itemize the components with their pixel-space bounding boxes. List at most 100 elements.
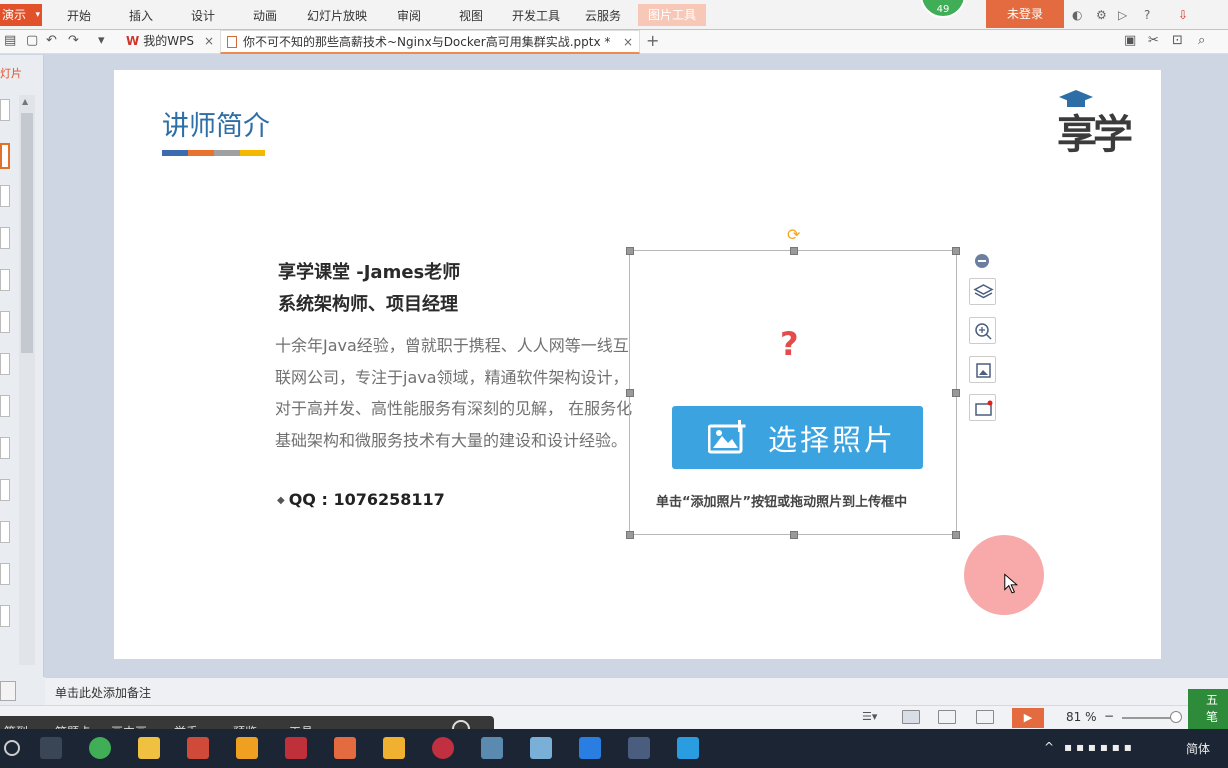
settings-icon[interactable]: ⚙	[1096, 8, 1107, 22]
menu-picture-tools[interactable]: 图片工具	[638, 4, 707, 26]
picture-placeholder[interactable]: ⟳ ? 选择照片 单击“添加照片”按钮或拖动照片到上传框中	[626, 225, 960, 539]
slide-thumbnail[interactable]	[0, 311, 10, 333]
slide-sorter-icon[interactable]	[938, 710, 956, 724]
xmind-icon[interactable]	[285, 737, 307, 759]
menu-animation[interactable]: 动画	[253, 7, 277, 24]
media-app-icon[interactable]	[236, 737, 258, 759]
resize-handle[interactable]	[626, 247, 634, 255]
play-slideshow-button[interactable]: ▶	[1012, 708, 1044, 728]
scroll-up-icon[interactable]: ▲	[22, 97, 28, 106]
teacher-name[interactable]: 享学课堂 -James老师	[278, 258, 460, 284]
tray-chevron-icon[interactable]: ^	[1044, 740, 1054, 754]
teacher-role[interactable]: 系统架构师、项目经理	[278, 290, 458, 316]
menu-view[interactable]: 视图	[459, 7, 483, 24]
browser-360-icon[interactable]	[89, 737, 111, 759]
tools-icon[interactable]: ✂	[1148, 33, 1159, 48]
wps-writer-icon[interactable]	[579, 737, 601, 759]
thumbnail-scrollbar[interactable]: ▲ ▼	[19, 95, 35, 708]
slide-thumbnail[interactable]	[0, 521, 10, 543]
notification-badge[interactable]: 49	[920, 0, 966, 18]
zoom-in-button[interactable]	[969, 317, 996, 344]
language-indicator[interactable]: 简体	[1186, 740, 1210, 757]
scrollbar-thumb[interactable]	[21, 113, 33, 353]
slide-thumbnail[interactable]	[0, 605, 10, 627]
help-icon[interactable]: ?	[1144, 8, 1150, 22]
tab-document[interactable]: 你不可不知的那些高薪技术~Nginx与Docker高可用集群实战.pptx * …	[220, 30, 640, 54]
slide-thumbnail[interactable]	[0, 563, 10, 585]
notes-placeholder[interactable]: 单击此处添加备注	[55, 684, 151, 701]
reading-view-icon[interactable]	[976, 710, 994, 724]
notes-pane[interactable]: 单击此处添加备注	[45, 677, 1228, 705]
download-icon[interactable]: ⇩	[1178, 8, 1188, 22]
lock-icon[interactable]: ⊡	[1172, 33, 1183, 48]
redo-icon[interactable]: ↷	[68, 33, 79, 48]
panel-toggle[interactable]	[0, 681, 16, 701]
resize-handle[interactable]	[952, 247, 960, 255]
menu-home[interactable]: 开始	[67, 7, 91, 24]
normal-view-icon[interactable]	[902, 710, 920, 724]
virtualbox-icon[interactable]	[628, 737, 650, 759]
teacher-bio[interactable]: 十余年Java经验，曾就职于携程、人人网等一线互联网公司，专注于java领域，精…	[275, 330, 635, 456]
share-icon[interactable]: ▷	[1118, 8, 1127, 22]
slide-thumbnail[interactable]	[0, 99, 10, 121]
app-icon[interactable]	[432, 737, 454, 759]
tray-icons[interactable]: ▪ ▪ ▪ ▪ ▪ ▪	[1064, 740, 1132, 754]
print-icon[interactable]: ▤	[4, 33, 16, 48]
slide-thumbnail[interactable]	[0, 437, 10, 459]
crop-button[interactable]	[969, 356, 996, 383]
screen-icon[interactable]: ▣	[1124, 33, 1136, 48]
zoom-out-button[interactable]: −	[1104, 709, 1114, 723]
zoom-level[interactable]: 81 %	[1066, 710, 1097, 724]
file-explorer-icon[interactable]	[138, 737, 160, 759]
resize-handle[interactable]	[952, 389, 960, 397]
close-icon[interactable]: ×	[204, 30, 214, 52]
menu-insert[interactable]: 插入	[129, 7, 153, 24]
slide-thumbnail[interactable]	[0, 269, 10, 291]
search-icon[interactable]: ⌕	[1198, 33, 1205, 48]
slide-thumbnail[interactable]	[0, 479, 10, 501]
app-icon[interactable]	[383, 737, 405, 759]
preview-icon[interactable]: ▢	[26, 33, 38, 48]
menu-slideshow[interactable]: 幻灯片放映	[307, 7, 367, 24]
slide-thumbnail[interactable]	[0, 353, 10, 375]
frame-button[interactable]	[969, 394, 996, 421]
resize-handle[interactable]	[626, 389, 634, 397]
tab-my-wps[interactable]: W 我的WPS ×	[120, 30, 220, 54]
slide-thumbnail-active[interactable]	[0, 143, 10, 169]
slide-title[interactable]: 讲师简介	[162, 104, 270, 143]
slide-thumbnail[interactable]	[0, 227, 10, 249]
menu-review[interactable]: 审阅	[397, 7, 421, 24]
resize-handle[interactable]	[952, 531, 960, 539]
app-icon[interactable]	[481, 737, 503, 759]
app-icon[interactable]	[187, 737, 209, 759]
slide-thumbnail[interactable]	[0, 395, 10, 417]
input-method-badge[interactable]: 五笔	[1188, 689, 1228, 729]
menu-developer[interactable]: 开发工具	[512, 7, 560, 24]
rotate-handle-icon[interactable]: ⟳	[787, 225, 800, 244]
add-tab-button[interactable]: +	[646, 31, 659, 50]
choose-photo-button[interactable]: 选择照片	[672, 406, 923, 469]
undo-icon[interactable]: ↶	[46, 33, 57, 48]
skin-icon[interactable]: ◐	[1072, 8, 1082, 22]
zoom-slider-knob[interactable]	[1170, 711, 1182, 723]
login-button[interactable]: 未登录	[986, 0, 1064, 28]
notes-menu-icon[interactable]: ☰▾	[862, 710, 880, 724]
resize-handle[interactable]	[790, 531, 798, 539]
resize-handle[interactable]	[626, 531, 634, 539]
menu-cloud[interactable]: 云服务	[585, 7, 621, 24]
task-view-icon[interactable]	[40, 737, 62, 759]
wps-presentation-icon[interactable]	[334, 737, 356, 759]
search-icon[interactable]	[4, 740, 20, 756]
chevron-down-icon[interactable]: ▾	[98, 33, 105, 48]
slides-panel-label[interactable]: 灯片	[0, 65, 22, 81]
menu-design[interactable]: 设计	[191, 7, 215, 24]
qq-contact[interactable]: ◆ QQ : 1076258117	[277, 490, 445, 509]
app-menu-button[interactable]: 演示 ▾	[0, 4, 42, 26]
app-icon[interactable]	[530, 737, 552, 759]
resize-handle[interactable]	[790, 247, 798, 255]
close-icon[interactable]: ×	[623, 31, 633, 53]
app-icon[interactable]	[677, 737, 699, 759]
slide-thumbnail[interactable]	[0, 185, 10, 207]
layers-button[interactable]	[969, 278, 996, 305]
collapse-icon[interactable]	[975, 254, 989, 268]
